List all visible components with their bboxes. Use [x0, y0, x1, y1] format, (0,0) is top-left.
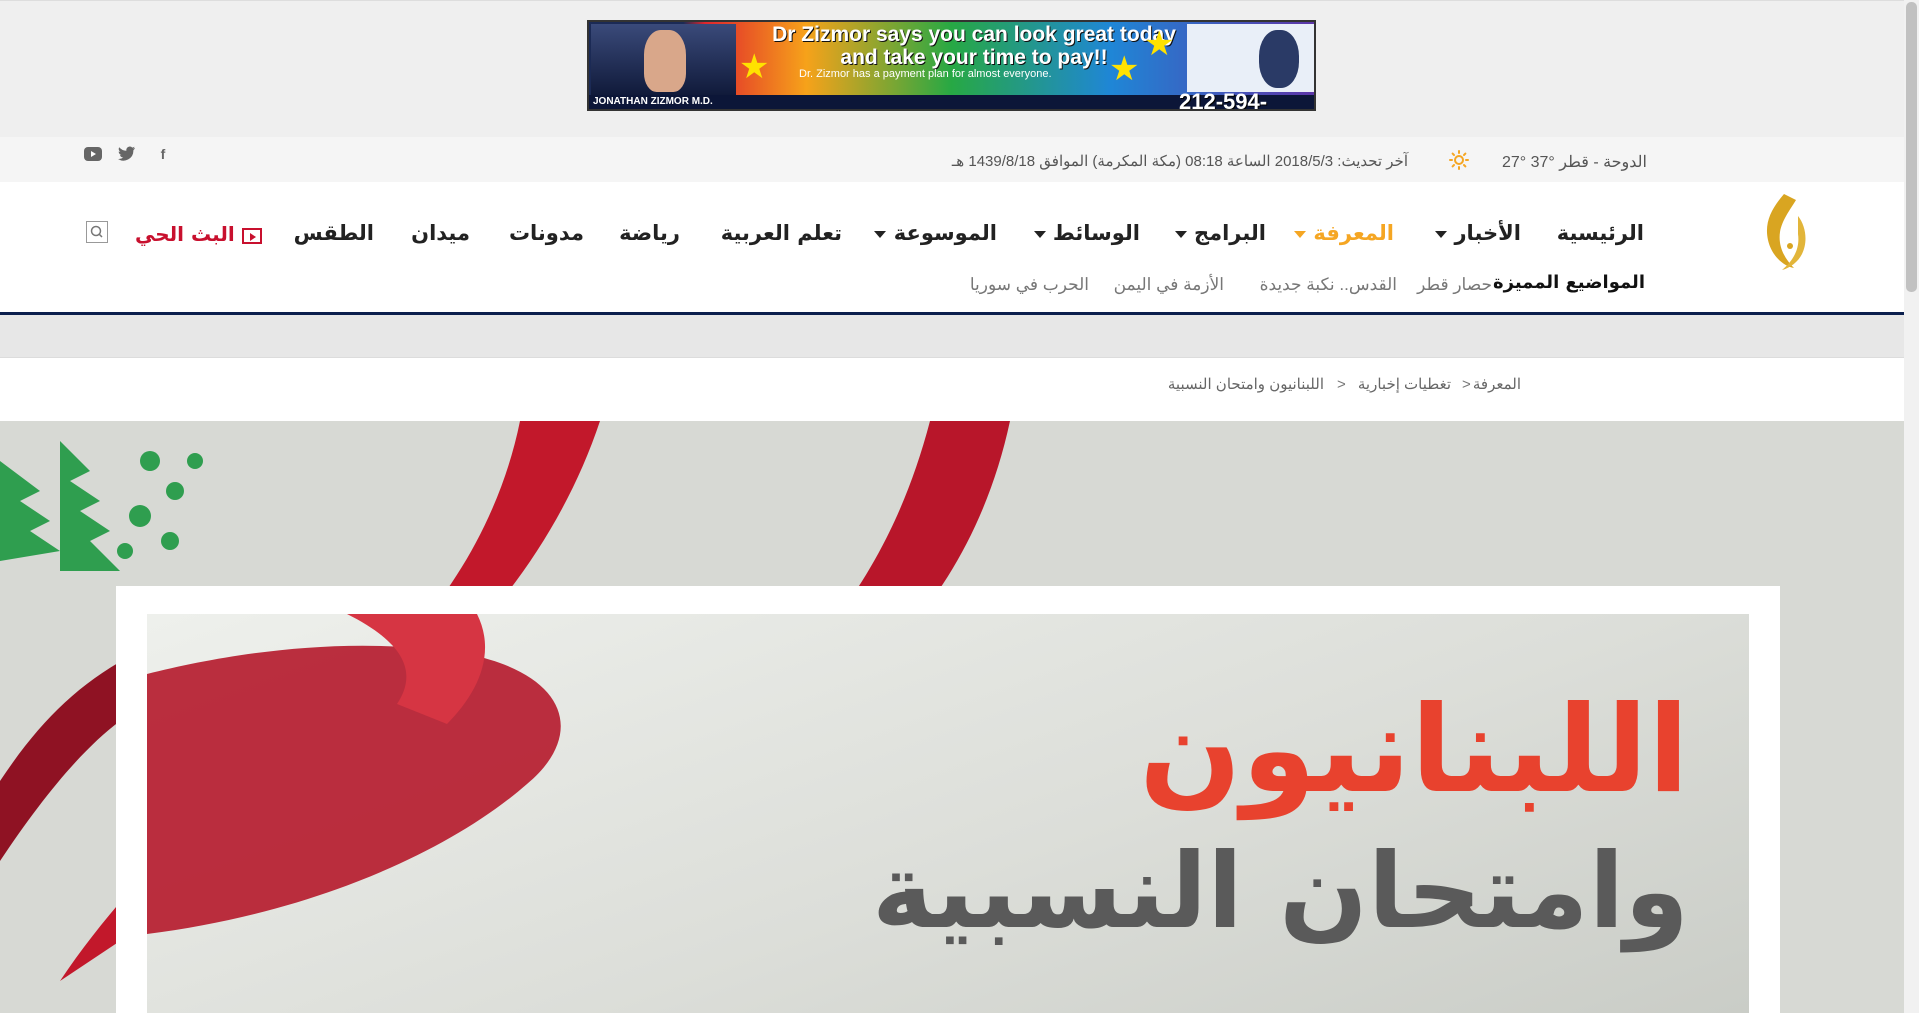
hero-title-line1: اللبنانيون — [1139, 681, 1689, 820]
hero-title-line2: وامتحان النسبية — [871, 830, 1689, 952]
nav-sports[interactable]: رياضة — [619, 219, 680, 247]
ad-doctor-face — [644, 30, 686, 92]
breadcrumb-current: اللبنانيون وامتحان النسبية — [1167, 376, 1324, 393]
nav-programs-label: البرامج — [1193, 221, 1266, 245]
nav-news[interactable]: الأخبار — [1435, 219, 1521, 247]
youtube-icon[interactable] — [84, 147, 102, 161]
chevron-down-icon — [1174, 230, 1187, 238]
hero-image: اللبنانيون وامتحان النسبية — [0, 421, 1904, 1013]
nav-news-label: الأخبار — [1454, 221, 1521, 245]
sun-icon — [1449, 150, 1469, 170]
ad-star-icon: ★ — [739, 47, 770, 87]
nav-weather[interactable]: الطقس — [294, 219, 374, 247]
chevron-down-icon — [1294, 230, 1307, 238]
nav-learn-arabic[interactable]: تعلم العربية — [721, 219, 842, 247]
aljazeera-logo[interactable] — [1754, 188, 1814, 276]
featured-link[interactable]: القدس.. نكبة جديدة — [1260, 273, 1397, 297]
nav-media[interactable]: الوسائط — [1033, 219, 1140, 247]
breadcrumb-item[interactable]: تغطيات إخبارية — [1358, 375, 1451, 395]
chevron-down-icon — [1435, 230, 1448, 238]
ad-doctor-name: JONATHAN ZIZMOR M.D. — [593, 96, 713, 107]
ad-woman-illustration — [1259, 30, 1299, 88]
nav-midan[interactable]: ميدان — [411, 219, 470, 247]
ad-banner[interactable]: Dr Zizmor says you can look great today … — [587, 20, 1316, 111]
featured-topics-label: المواضيع المميزة — [1493, 272, 1645, 293]
featured-link[interactable]: الأزمة في اليمن — [1114, 273, 1224, 297]
search-icon — [90, 225, 103, 238]
live-label: البث الحي — [135, 222, 235, 246]
weather-location: الدوحة - قطر °37 °27 — [1501, 154, 1647, 171]
nav-home[interactable]: الرئيسية — [1557, 219, 1644, 247]
chevron-down-icon — [874, 230, 887, 238]
ad-subline: Dr. Zizmor has a payment plan for almost… — [799, 68, 1052, 80]
twitter-icon[interactable] — [118, 146, 136, 162]
last-update-text: آخر تحديث: 2018/5/3 الساعة 08:18 (مكة ال… — [951, 153, 1408, 170]
nav-media-label: الوسائط — [1052, 221, 1140, 245]
play-icon — [241, 227, 262, 244]
search-button[interactable] — [86, 221, 108, 243]
nav-knowledge-label: المعرفة — [1313, 221, 1394, 245]
featured-link[interactable]: حصار قطر — [1417, 273, 1492, 297]
featured-link[interactable]: الحرب في سوريا — [970, 273, 1089, 297]
gray-band — [0, 315, 1904, 358]
ad-star-icon: ★ — [1144, 24, 1175, 64]
ad-star-icon: ★ — [1109, 49, 1140, 89]
facebook-icon[interactable]: f — [154, 145, 172, 163]
live-stream-link[interactable]: البث الحي — [135, 221, 262, 247]
scrollbar-thumb[interactable] — [1906, 2, 1917, 292]
nav-encyclopedia-label: الموسوعة — [893, 221, 997, 245]
breadcrumb-separator: > — [1462, 376, 1471, 393]
nav-programs[interactable]: البرامج — [1174, 219, 1266, 247]
breadcrumb-item[interactable]: المعرفة — [1473, 375, 1521, 395]
breadcrumb-separator: > — [1337, 376, 1346, 393]
chevron-down-icon — [1033, 230, 1046, 238]
nav-blogs[interactable]: مدونات — [509, 219, 584, 247]
ad-phone: 212-594-SKIN — [1179, 89, 1268, 111]
nav-knowledge[interactable]: المعرفة — [1294, 219, 1394, 247]
nav-encyclopedia[interactable]: الموسوعة — [874, 219, 997, 247]
